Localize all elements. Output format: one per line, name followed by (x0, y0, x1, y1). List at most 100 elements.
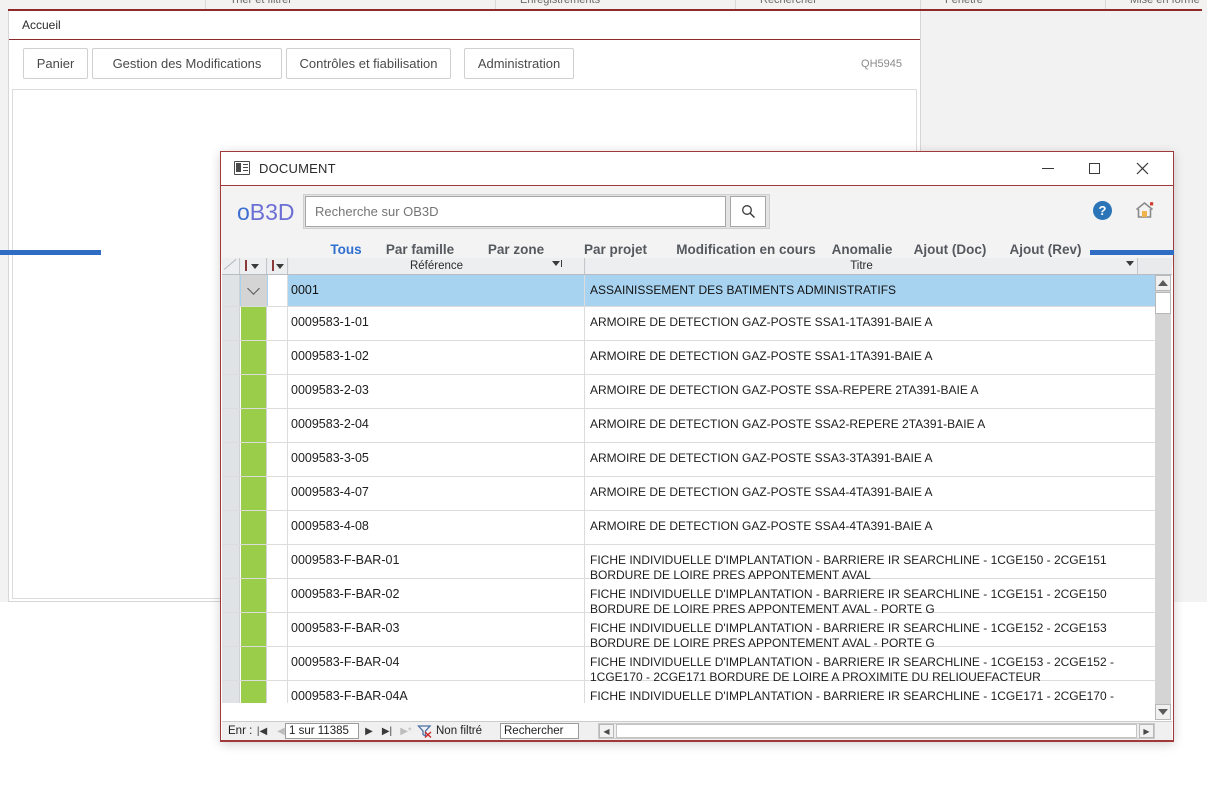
cell-titre[interactable]: ARMOIRE DE DETECTION GAZ-POSTE SSA1-1TA3… (586, 341, 1155, 374)
bg-nav-button-3[interactable]: Administration (464, 48, 574, 79)
vertical-scrollbar[interactable] (1155, 275, 1171, 720)
cell-titre[interactable]: ASSAINISSEMENT DES BATIMENTS ADMINISTRAT… (586, 275, 1155, 306)
table-row[interactable]: 0009583-F-BAR-03 FICHE INDIVIDUELLE D'IMP… (222, 613, 1155, 650)
scroll-up-button[interactable] (1155, 275, 1171, 291)
home-icon[interactable] (1134, 200, 1155, 220)
last-record-button[interactable]: ▶| (380, 725, 394, 738)
cell-reference[interactable]: 0001 (289, 275, 585, 306)
row-selector[interactable] (222, 477, 240, 510)
row-selector[interactable] (222, 307, 240, 340)
tabbar-accent-left (0, 250, 101, 255)
row-selector[interactable] (222, 275, 240, 306)
sort-filter-icon[interactable] (552, 261, 560, 266)
row-selector[interactable] (222, 681, 240, 703)
row-selector[interactable] (222, 579, 240, 612)
cell-reference[interactable]: 0009583-2-04 (289, 409, 585, 442)
row-selector[interactable] (222, 341, 240, 374)
cell-titre[interactable]: FICHE INDIVIDUELLE D'IMPLANTATION - BARR… (586, 545, 1155, 582)
grid-rows: 0001 ASSAINISSEMENT DES BATIMENTS ADMINIS… (222, 275, 1155, 703)
datasheet-search-box[interactable]: Rechercher (500, 723, 579, 739)
column-header-reference[interactable]: Référence (289, 258, 585, 274)
scroll-down-button[interactable] (1155, 704, 1171, 720)
table-row[interactable]: 0009583-2-04 ARMOIRE DE DETECTION GAZ-POS… (222, 409, 1155, 443)
cell-titre[interactable]: ARMOIRE DE DETECTION GAZ-POSTE SSA4-4TA3… (586, 477, 1155, 510)
logo-part-b3d: B3D (249, 199, 295, 225)
cell-reference[interactable]: 0009583-F-BAR-02 (289, 579, 585, 612)
cell-reference[interactable]: 0009583-F-BAR-01 (289, 545, 585, 578)
bg-nav-button-0[interactable]: Panier (23, 48, 88, 79)
filter-dropdown-icon[interactable] (1126, 261, 1134, 266)
cell-reference[interactable]: 0009583-2-03 (289, 375, 585, 408)
row-selector[interactable] (222, 613, 240, 646)
table-row[interactable]: 0009583-1-02 ARMOIRE DE DETECTION GAZ-POS… (222, 341, 1155, 375)
table-row[interactable]: 0009583-F-BAR-01 FICHE INDIVIDUELLE D'IMP… (222, 545, 1155, 582)
cell-titre[interactable]: ARMOIRE DE DETECTION GAZ-POSTE SSA1-1TA3… (586, 307, 1155, 340)
search-input[interactable] (305, 196, 726, 227)
table-row[interactable]: 0009583-F-BAR-02 FICHE INDIVIDUELLE D'IMP… (222, 579, 1155, 616)
status-color-cell (241, 477, 267, 510)
first-record-button[interactable]: |◀ (255, 725, 269, 738)
cell-titre[interactable]: ARMOIRE DE DETECTION GAZ-POSTE SSA-REPER… (586, 375, 1155, 408)
cell-reference[interactable]: 0009583-1-01 (289, 307, 585, 340)
maximize-button[interactable] (1071, 152, 1117, 185)
row-expand-button[interactable] (241, 275, 267, 306)
minimize-button[interactable] (1025, 152, 1071, 185)
cell-titre[interactable]: FICHE INDIVIDUELLE D'IMPLANTATION - BARR… (586, 613, 1155, 650)
scrollbar-thumb[interactable] (1155, 292, 1171, 314)
table-row[interactable]: 0009583-4-07 ARMOIRE DE DETECTION GAZ-POS… (222, 477, 1155, 511)
table-row[interactable]: 0009583-3-05 ARMOIRE DE DETECTION GAZ-POS… (222, 443, 1155, 477)
row-selector[interactable] (222, 647, 240, 680)
table-row[interactable]: 0009583-F-BAR-04A FICHE INDIVIDUELLE D'IM… (222, 681, 1155, 703)
hscroll-left-button[interactable]: ◀ (599, 724, 614, 738)
help-icon[interactable]: ? (1093, 201, 1112, 220)
row-selector[interactable] (222, 409, 240, 442)
table-row[interactable]: 0009583-4-08 ARMOIRE DE DETECTION GAZ-POS… (222, 511, 1155, 545)
dialog-title: DOCUMENT (259, 161, 336, 176)
cell-reference[interactable]: 0009583-F-BAR-04 (289, 647, 585, 680)
cell-titre[interactable]: FICHE INDIVIDUELLE D'IMPLANTATION - BARR… (586, 579, 1155, 616)
column-header-titre[interactable]: Titre (586, 258, 1138, 274)
background-nav-buttons: QH5945 Panier Gestion des Modifications Co… (9, 41, 920, 86)
table-row[interactable]: 0001 ASSAINISSEMENT DES BATIMENTS ADMINIS… (222, 275, 1155, 307)
chevron-down-icon (251, 264, 259, 269)
cell-reference[interactable]: 0009583-F-BAR-03 (289, 613, 585, 646)
accueil-tab-bar: Accueil (9, 11, 920, 40)
record-navigation-bar: Enr : |◀ ◀ 1 sur 11385 ▶ ▶| ▶* Non filtr… (222, 721, 1172, 740)
table-row[interactable]: 0009583-1-01 ARMOIRE DE DETECTION GAZ-POS… (222, 307, 1155, 341)
row-selector[interactable] (222, 375, 240, 408)
header-filter-cell-2[interactable] (268, 258, 288, 274)
filter-status-button[interactable]: Non filtré (417, 723, 482, 739)
row-selector[interactable] (222, 511, 240, 544)
cell-titre[interactable]: FICHE INDIVIDUELLE D'IMPLANTATION - BARR… (586, 647, 1155, 684)
bg-nav-button-2[interactable]: Contrôles et fiabilisation (286, 48, 451, 79)
cell-titre[interactable]: ARMOIRE DE DETECTION GAZ-POSTE SSA3-3TA3… (586, 443, 1155, 476)
horizontal-scrollbar[interactable]: ◀ ▶ (598, 723, 1155, 739)
cell-titre[interactable]: ARMOIRE DE DETECTION GAZ-POSTE SSA4-4TA3… (586, 511, 1155, 544)
session-code-label: QH5945 (861, 58, 902, 70)
accueil-tab-label[interactable]: Accueil (22, 18, 61, 32)
cell-titre[interactable]: FICHE INDIVIDUELLE D'IMPLANTATION - BARR… (586, 681, 1155, 703)
spacer-cell (268, 579, 288, 612)
cell-titre[interactable]: ARMOIRE DE DETECTION GAZ-POSTE SSA2-REPE… (586, 409, 1155, 442)
cell-reference[interactable]: 0009583-1-02 (289, 341, 585, 374)
close-button[interactable] (1119, 152, 1165, 185)
row-selector[interactable] (222, 443, 240, 476)
hscroll-right-button[interactable]: ▶ (1139, 724, 1154, 738)
cell-reference[interactable]: 0009583-3-05 (289, 443, 585, 476)
row-selector[interactable] (222, 545, 240, 578)
table-row[interactable]: 0009583-F-BAR-04 FICHE INDIVIDUELLE D'IMP… (222, 647, 1155, 684)
new-record-button[interactable]: ▶* (399, 725, 413, 738)
record-position-box[interactable]: 1 sur 11385 (285, 723, 359, 739)
cell-reference[interactable]: 0009583-4-07 (289, 477, 585, 510)
cell-reference[interactable]: 0009583-4-08 (289, 511, 585, 544)
hscroll-track[interactable] (616, 724, 1137, 738)
search-button[interactable] (730, 196, 766, 227)
document-datasheet: Référence Titre 0001 ASSAINISSEMENT DES BA… (222, 258, 1172, 720)
select-all-corner[interactable] (222, 258, 240, 274)
bg-nav-button-1[interactable]: Gestion des Modifications (92, 48, 282, 79)
status-color-cell (241, 409, 267, 442)
header-filter-cell-1[interactable] (241, 258, 267, 274)
table-row[interactable]: 0009583-2-03 ARMOIRE DE DETECTION GAZ-POS… (222, 375, 1155, 409)
next-record-button[interactable]: ▶ (362, 725, 376, 738)
cell-reference[interactable]: 0009583-F-BAR-04A (289, 681, 585, 703)
